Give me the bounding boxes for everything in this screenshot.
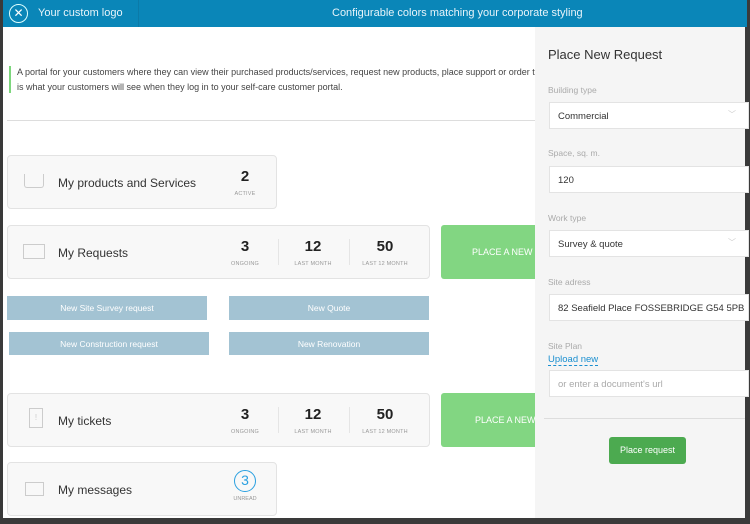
top-bar: ✕ Your custom logo Configurable colors m… [3, 0, 747, 27]
select-value: Commercial [558, 111, 609, 122]
logo-text: Your custom logo [38, 7, 123, 19]
stat-value: 3 [210, 406, 280, 423]
new-construction-button[interactable]: New Construction request [9, 332, 209, 355]
upload-new-link[interactable]: Upload new [548, 354, 598, 366]
stat-label: LAST 12 MONTH [350, 429, 420, 435]
space-label: Space, sq. m. [548, 148, 600, 158]
stat-value: 12 [278, 406, 348, 423]
tickets-card[interactable]: ! My tickets 3 ONGOING 12 LAST MONTH 50 LAS… [7, 393, 430, 447]
stat-label: LAST MONTH [278, 261, 348, 267]
tagline: Configurable colors matching your corpor… [332, 7, 583, 19]
divider [544, 418, 745, 419]
space-input[interactable]: 120 [549, 166, 749, 193]
card-title: My Requests [58, 246, 128, 260]
address-input[interactable]: 82 Seafield Place FOSSEBRIDGE G54 5PB [549, 294, 749, 321]
divider [7, 120, 535, 121]
unread-label: UNREAD [230, 496, 260, 502]
requests-card[interactable]: My Requests 3 ONGOING 12 LAST MONTH 50 LAST… [7, 225, 430, 279]
card-title: My products and Services [58, 176, 196, 190]
chevron-down-icon: ﹀ [728, 237, 736, 248]
active-count: 2 [210, 168, 280, 185]
intro-text: A portal for your customers where they c… [17, 65, 535, 95]
logo-icon: ✕ [9, 4, 28, 23]
messages-card[interactable]: My messages 3 UNREAD [7, 462, 277, 516]
place-request-panel: Place New Request Building type Commerci… [535, 27, 745, 518]
products-card[interactable]: My products and Services 2 ACTIVE [7, 155, 277, 209]
panel-title: Place New Request [548, 47, 662, 62]
basket-icon [24, 174, 44, 188]
select-value: Survey & quote [558, 239, 623, 250]
stat-value: 50 [350, 406, 420, 423]
ticket-icon: ! [29, 408, 43, 428]
address-label: Site adress [548, 277, 591, 287]
stat-label: ONGOING [210, 429, 280, 435]
intro-accent [9, 66, 11, 93]
building-type-label: Building type [548, 85, 597, 95]
document-url-input[interactable]: or enter a document's url [549, 370, 749, 397]
new-quote-button[interactable]: New Quote [229, 296, 429, 320]
work-type-label: Work type [548, 213, 586, 223]
card-title: My tickets [58, 414, 111, 428]
chevron-down-icon: ﹀ [728, 109, 736, 120]
stat-value: 50 [350, 238, 420, 255]
envelope-icon [25, 482, 44, 496]
new-site-survey-button[interactable]: New Site Survey request [7, 296, 207, 320]
stat-value: 12 [278, 238, 348, 255]
stat-label: ONGOING [210, 261, 280, 267]
place-new-ticket-button[interactable]: PLACE A NEW TICKET [441, 393, 535, 447]
chat-icon [23, 244, 45, 259]
work-type-select[interactable]: Survey & quote ﹀ [549, 230, 749, 257]
unread-count: 3 [234, 470, 256, 492]
place-new-request-button[interactable]: PLACE A NEW REQUEST [441, 225, 535, 279]
new-renovation-button[interactable]: New Renovation [229, 332, 429, 355]
place-request-button[interactable]: Place request [609, 437, 686, 464]
stat-value: 3 [210, 238, 280, 255]
stat-label: LAST 12 MONTH [350, 261, 420, 267]
dashboard: A portal for your customers where they c… [3, 27, 535, 518]
building-type-select[interactable]: Commercial ﹀ [549, 102, 749, 129]
card-title: My messages [58, 483, 132, 497]
active-label: ACTIVE [210, 191, 280, 197]
site-plan-label: Site Plan [548, 341, 582, 351]
stat-label: LAST MONTH [278, 429, 348, 435]
